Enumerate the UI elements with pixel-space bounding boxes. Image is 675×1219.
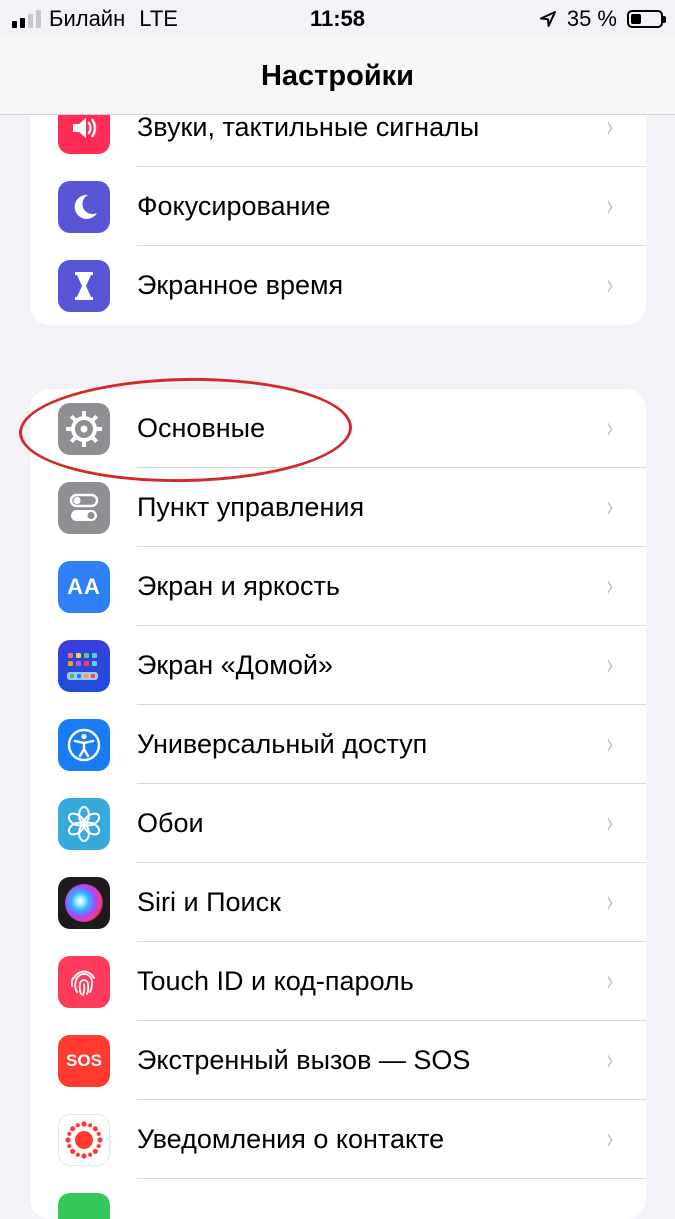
siri-icon — [58, 877, 110, 929]
chevron-right-icon: › — [606, 110, 613, 145]
settings-row-label: Экранное время — [137, 270, 343, 301]
chevron-right-icon: › — [606, 189, 613, 224]
settings-group-2: Основные › Пункт управления › AA Экран и… — [30, 389, 646, 1219]
text-size-glyph: AA — [67, 574, 101, 600]
chevron-right-icon: › — [606, 648, 613, 683]
settings-row-siri[interactable]: Siri и Поиск › — [30, 863, 646, 942]
sos-icon: SOS — [58, 1035, 110, 1087]
settings-row-label: Пункт управления — [137, 492, 364, 523]
chevron-right-icon: › — [606, 964, 613, 999]
settings-row-control-center[interactable]: Пункт управления › — [30, 468, 646, 547]
settings-row-focus[interactable]: Фокусирование › — [30, 167, 646, 246]
settings-row-label: Экран и яркость — [137, 571, 340, 602]
accessibility-icon — [58, 719, 110, 771]
toggles-icon — [58, 482, 110, 534]
chevron-right-icon: › — [606, 885, 613, 920]
location-arrow-icon — [539, 10, 557, 28]
moon-icon — [58, 181, 110, 233]
fingerprint-icon — [58, 956, 110, 1008]
settings-row-touch-id[interactable]: Touch ID и код-пароль › — [30, 942, 646, 1021]
settings-row-label: Siri и Поиск — [137, 887, 281, 918]
chevron-right-icon: › — [606, 268, 613, 303]
settings-row-label: Фокусирование — [137, 191, 331, 222]
settings-row-screen-time[interactable]: Экранное время › — [30, 246, 646, 325]
settings-row-next-partial[interactable] — [30, 1179, 646, 1219]
settings-row-home-screen[interactable]: Экран «Домой» › — [30, 626, 646, 705]
chevron-right-icon: › — [606, 806, 613, 841]
settings-group-1: Звуки, тактильные сигналы › Фокусировани… — [30, 88, 646, 325]
status-bar: Билайн LTE 11:58 35 % — [0, 0, 675, 38]
status-right: 35 % — [539, 6, 663, 32]
settings-row-label: Экстренный вызов — SOS — [137, 1045, 470, 1076]
hourglass-icon — [58, 260, 110, 312]
app-icon-partial — [58, 1193, 110, 1219]
home-screen-icon — [58, 640, 110, 692]
settings-row-accessibility[interactable]: Универсальный доступ › — [30, 705, 646, 784]
exposure-icon — [58, 1114, 110, 1166]
settings-row-display[interactable]: AA Экран и яркость › — [30, 547, 646, 626]
battery-icon — [627, 10, 663, 28]
settings-row-wallpaper[interactable]: Обои › — [30, 784, 646, 863]
settings-row-label: Touch ID и код-пароль — [137, 966, 414, 997]
settings-row-label: Экран «Домой» — [137, 650, 333, 681]
sos-glyph: SOS — [66, 1051, 102, 1071]
chevron-right-icon: › — [606, 490, 613, 525]
flower-icon — [58, 798, 110, 850]
settings-row-label: Универсальный доступ — [137, 729, 427, 760]
chevron-right-icon: › — [606, 411, 613, 446]
settings-row-label: Звуки, тактильные сигналы — [137, 112, 479, 143]
navigation-bar: Настройки — [0, 38, 675, 115]
settings-row-label: Обои — [137, 808, 204, 839]
settings-row-emergency-sos[interactable]: SOS Экстренный вызов — SOS › — [30, 1021, 646, 1100]
settings-row-exposure-notifications[interactable]: Уведомления о контакте › — [30, 1100, 646, 1179]
battery-percent: 35 % — [567, 6, 617, 32]
chevron-right-icon: › — [606, 1043, 613, 1078]
chevron-right-icon: › — [606, 727, 613, 762]
text-size-icon: AA — [58, 561, 110, 613]
chevron-right-icon: › — [606, 569, 613, 604]
page-title: Настройки — [261, 60, 414, 93]
settings-row-label: Уведомления о контакте — [137, 1124, 444, 1155]
chevron-right-icon: › — [606, 1122, 613, 1157]
